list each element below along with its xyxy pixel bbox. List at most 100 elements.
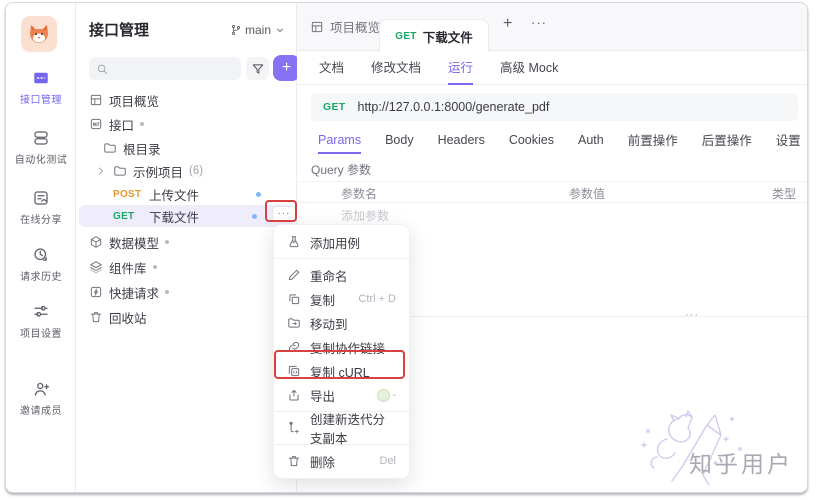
branch-icon [230,24,242,36]
quick-request-icon [89,285,103,299]
branch-name: main [245,23,271,37]
subtab-advanced-mock[interactable]: 高级 Mock [500,51,558,85]
rail-item-request-history[interactable]: 请求历史 [6,246,76,283]
reqtab-body[interactable]: Body [385,127,414,154]
request-config-tabs: Params Body Headers Cookies Auth 前置操作 后置… [297,127,807,154]
method-badge: POST [113,189,143,200]
menu-label: 移动到 [310,314,348,333]
rail-label: 项目设置 [20,325,62,340]
tree-item-project-overview[interactable]: 项目概览 [79,89,293,111]
menu-item-duplicate[interactable]: 复制 Ctrl + D [274,287,409,311]
menu-label: 复制 [310,290,335,309]
splitter-drag-handle[interactable]: ··· [685,309,699,321]
tree-item-component-library[interactable]: 组件库 [79,256,293,278]
method-badge: GET [395,31,416,42]
subtab-edit-docs[interactable]: 修改文档 [371,51,421,85]
url-value: http://127.0.0.1:8000/generate_pdf [358,100,550,114]
menu-item-export[interactable]: 导出 - [274,383,409,407]
rail-label: 邀请成员 [20,402,62,417]
tree-item-quick-request[interactable]: 快捷请求 [79,281,293,303]
rail-item-invite-member[interactable]: 邀请成员 [6,380,76,417]
method-badge: GET [113,211,143,222]
app-window: 接口管理 自动化测试 在线分享 请求历史 项目设置 [5,2,808,493]
tree-item-root-folder[interactable]: 根目录 [79,137,293,159]
tree-label: 数据模型 [109,233,159,252]
add-param-row[interactable]: 添加参数 [341,207,389,224]
menu-item-rename[interactable]: 重命名 [274,263,409,287]
new-tab-button[interactable]: + [503,15,512,33]
tree-item-apis[interactable]: 接口 [79,113,293,135]
tab-download-file-active[interactable]: GET 下载文件 [379,19,489,52]
rail-label: 请求历史 [20,268,62,283]
filter-funnel-icon [251,62,265,76]
reqtab-params[interactable]: Params [318,127,361,154]
rail-item-online-share[interactable]: 在线分享 [6,189,76,226]
fox-logo-icon [26,21,52,47]
context-menu: 添加用例 重命名 复制 Ctrl + D 移动到 复制协作链接 复制 cURL … [273,224,410,479]
move-to-folder-icon [287,316,301,330]
menu-item-create-branch-copy[interactable]: 创建新迭代分支副本 [274,416,409,440]
reqtab-settings[interactable]: 设置 [776,127,801,154]
data-model-icon [89,235,103,249]
filter-button[interactable] [246,57,269,80]
search-input[interactable] [89,57,241,80]
online-share-icon [32,189,50,207]
menu-label: 导出 [310,386,335,405]
col-param-type: 类型 [772,185,796,202]
api-manage-icon [32,69,50,87]
menu-label: 复制 cURL [310,362,370,381]
menu-divider [274,258,409,259]
tree-item-sample-project[interactable]: 示例项目 (6) [79,160,293,182]
menu-item-add-case[interactable]: 添加用例 [274,230,409,254]
search-icon [96,62,108,76]
tree-item-recycle-bin[interactable]: 回收站 [79,306,293,328]
tab-list-more-button[interactable]: ··· [531,15,547,30]
request-url-bar[interactable]: GET http://127.0.0.1:8000/generate_pdf [311,93,798,121]
watermark-text: 知乎用户 [689,445,793,479]
tree-label: 示例项目 [133,162,183,181]
rail-item-api-manage[interactable]: 接口管理 [6,69,76,106]
overview-grid-icon [310,20,324,34]
menu-label: 创建新迭代分支副本 [310,409,396,447]
rail-item-project-settings[interactable]: 项目设置 [6,303,76,340]
branch-selector[interactable]: main [230,23,286,37]
expand-caret [153,265,157,269]
app-logo[interactable] [21,16,57,52]
subtab-run[interactable]: 运行 [448,51,473,85]
menu-item-copy-curl[interactable]: 复制 cURL [274,359,409,383]
reqtab-headers[interactable]: Headers [438,127,485,154]
menu-item-copy-collab-link[interactable]: 复制协作链接 [274,335,409,359]
add-case-icon [287,235,301,249]
auto-test-icon [32,129,50,147]
tree-item-download-file[interactable]: GET 下载文件 ··· [79,205,293,227]
rail-item-auto-test[interactable]: 自动化测试 [6,129,76,166]
rename-pencil-icon [287,268,301,282]
overview-grid-icon [89,93,103,107]
modified-dot [256,192,261,197]
tree-item-data-models[interactable]: 数据模型 [79,231,293,253]
reqtab-pre-ops[interactable]: 前置操作 [628,127,678,154]
subtab-docs[interactable]: 文档 [319,51,344,85]
reqtab-post-ops[interactable]: 后置操作 [702,127,752,154]
expand-caret [165,290,169,294]
tree-label: 根目录 [123,139,161,158]
tree-item-upload-file[interactable]: POST 上传文件 [79,183,293,205]
query-params-title: Query 参数 [311,161,371,178]
tree-label: 接口 [109,115,134,134]
reqtab-cookies[interactable]: Cookies [509,127,554,154]
trash-icon [89,310,103,324]
search-field[interactable] [113,62,234,76]
tab-project-overview[interactable]: 项目概览 [310,17,380,36]
menu-label: 添加用例 [310,233,360,252]
copy-curl-icon [287,364,301,378]
collab-link-icon [287,340,301,354]
menu-shortcut: Ctrl + D [358,293,396,305]
chevron-down-icon [274,24,286,36]
menu-item-move-to[interactable]: 移动到 [274,311,409,335]
add-api-button[interactable]: + [273,55,300,81]
icon-rail: 接口管理 自动化测试 在线分享 请求历史 项目设置 [6,3,76,492]
menu-item-delete[interactable]: 删除 Del [274,449,409,473]
expand-caret [140,122,144,126]
more-actions-button[interactable]: ··· [272,206,296,222]
reqtab-auth[interactable]: Auth [578,127,604,154]
